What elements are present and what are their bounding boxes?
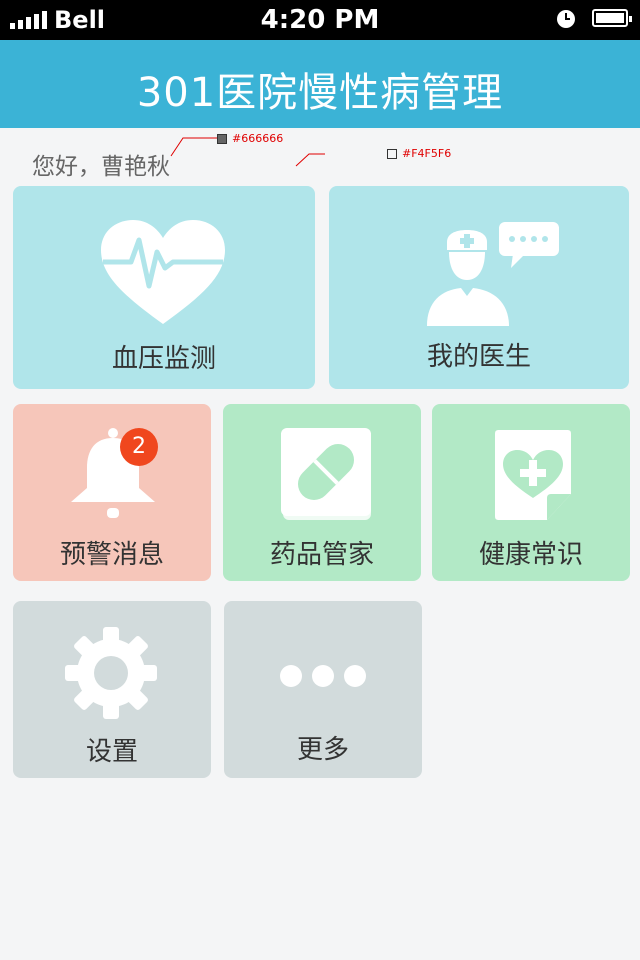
color-swatch-bg xyxy=(387,149,397,159)
status-time: 4:20 PM xyxy=(260,5,380,35)
gear-icon xyxy=(65,627,157,719)
annotation-text-color: #666666 xyxy=(232,132,284,145)
status-bar: Bell 4:20 PM xyxy=(0,0,640,40)
color-swatch-text xyxy=(217,134,227,144)
more-icon xyxy=(280,665,366,687)
tile-blood-pressure[interactable]: 血压监测 xyxy=(13,186,315,389)
doctor-chat-icon xyxy=(427,222,559,326)
pill-icon xyxy=(281,428,371,520)
tile-medicine-manager[interactable]: 药品管家 xyxy=(223,404,421,581)
heart-pulse-icon xyxy=(101,220,225,324)
health-doc-icon xyxy=(495,430,571,520)
tile-label: 药品管家 xyxy=(269,540,374,570)
tile-settings[interactable]: 设置 xyxy=(13,601,211,778)
unread-badge: 2 xyxy=(120,428,158,466)
tile-label: 预警消息 xyxy=(59,540,164,570)
page-title: 301医院慢性病管理 xyxy=(136,70,504,116)
battery-icon xyxy=(592,9,632,27)
tile-label: 我的医生 xyxy=(426,342,531,372)
tile-health-knowledge[interactable]: 健康常识 xyxy=(432,404,630,581)
tile-my-doctor[interactable]: 我的医生 xyxy=(329,186,629,389)
tile-more[interactable]: 更多 xyxy=(224,601,422,778)
tile-label: 设置 xyxy=(85,737,138,767)
tile-alert-messages[interactable]: 2 预警消息 xyxy=(13,404,211,581)
tile-label: 血压监测 xyxy=(111,344,216,374)
tile-label: 健康常识 xyxy=(478,540,583,570)
header-bar: 301医院慢性病管理 xyxy=(0,40,640,128)
tile-label: 更多 xyxy=(296,735,349,765)
alarm-clock-icon xyxy=(557,10,575,28)
greeting-text: 您好，曹艳秋 xyxy=(32,154,170,180)
annotation-bg-color: #F4F5F6 xyxy=(402,147,452,160)
